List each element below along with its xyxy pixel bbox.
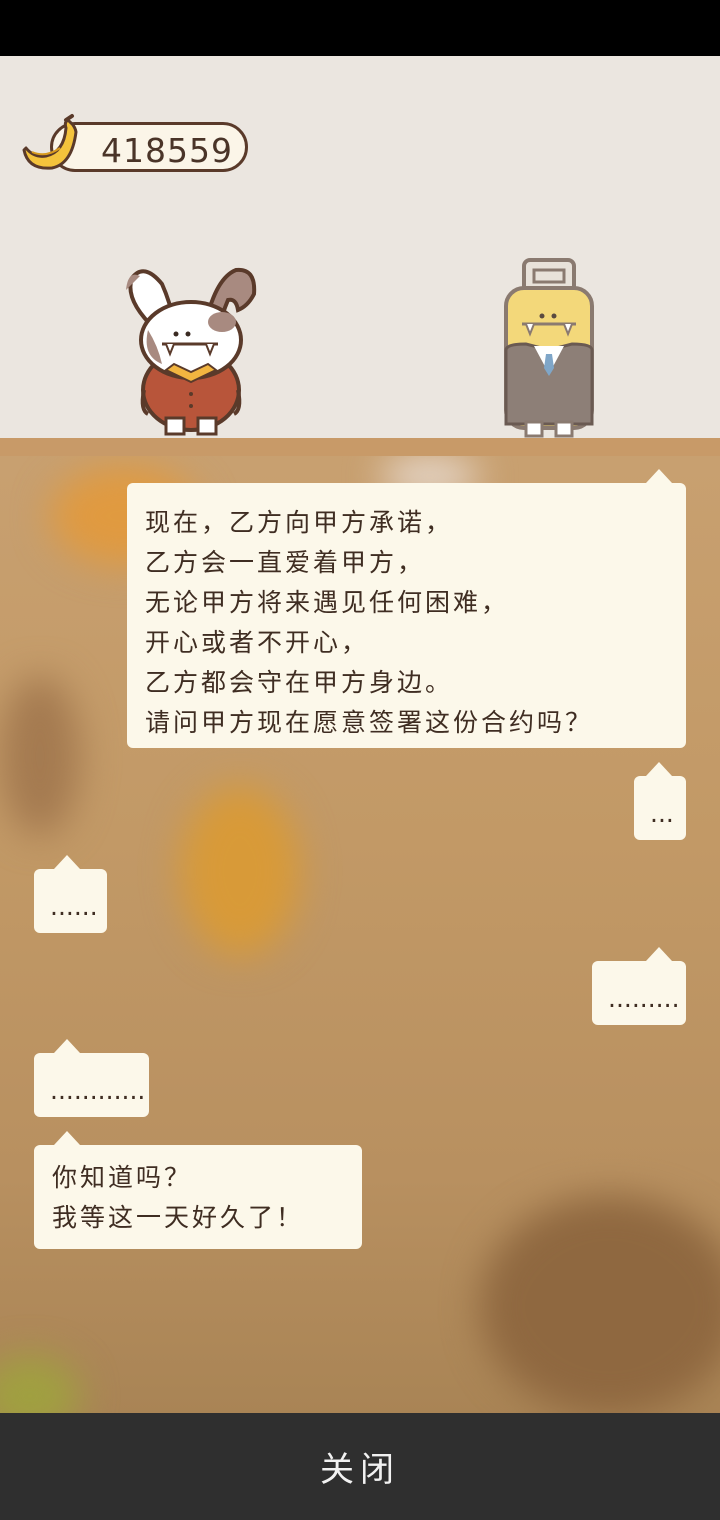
banana-count: 418559 [101, 131, 233, 170]
office-worker-character [504, 258, 594, 438]
dialogue-bubble: ... [634, 762, 686, 840]
dialogue-line: ............ [50, 1076, 146, 1105]
status-bar [0, 0, 720, 56]
dialogue-line: 请问甲方现在愿意签署这份合约吗？ [145, 708, 594, 737]
dialogue-line: 乙方都会守在甲方身边。 [145, 668, 454, 697]
dialogue-bubble: 现在，乙方向甲方承诺， 乙方会一直爱着甲方， 无论甲方将来遇见任何困难， 开心或… [127, 469, 686, 748]
close-button[interactable]: 关闭 [0, 1413, 720, 1520]
dialogue-line: ......... [608, 984, 680, 1013]
game-stage [0, 56, 720, 440]
stage-floor [0, 438, 720, 456]
rabbit-character [126, 267, 257, 436]
dialogue-line: 我等这一天好久了！ [52, 1203, 305, 1232]
dialogue-line: ...... [50, 892, 98, 921]
dialogue-bubble: 你知道吗？ 我等这一天好久了！ [34, 1131, 362, 1249]
dialogue-line: 乙方会一直爱着甲方， [145, 548, 426, 577]
dialogue-line: 你知道吗？ [52, 1163, 193, 1192]
bottom-bar: 关闭 [0, 1413, 720, 1520]
dialogue-bubble: ............ [34, 1039, 149, 1117]
dialogue-bubble: ...... [34, 855, 107, 933]
dialogue-line: 开心或者不开心， [145, 628, 370, 657]
banana-icon [22, 114, 78, 170]
dialogue-line: ... [650, 799, 674, 828]
dialogue-line: 无论甲方将来遇见任何困难， [145, 588, 510, 617]
dialogue-bubble: ......... [592, 947, 686, 1025]
dialogue-line: 现在，乙方向甲方承诺， [145, 508, 454, 537]
